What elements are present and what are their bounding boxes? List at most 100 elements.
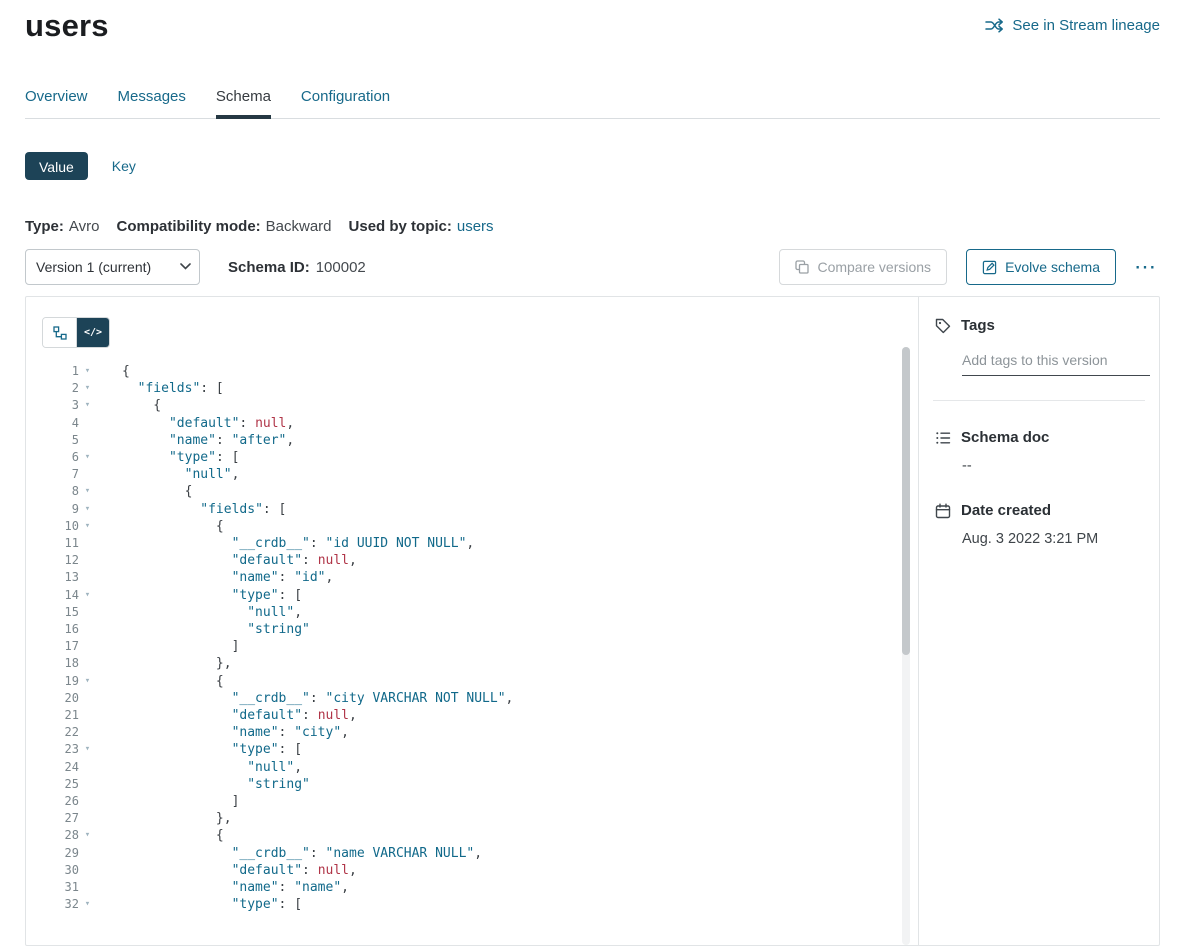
collapse-toggle-icon[interactable]: ▾ [79, 501, 96, 518]
schema-controls-row: Version 1 (current) Schema ID:100002 Com… [25, 249, 1160, 285]
collapse-spacer [79, 552, 96, 569]
topic-link[interactable]: users [457, 218, 494, 235]
code-text: "__crdb__": "id UUID NOT NULL", [96, 535, 474, 552]
compare-versions-label: Compare versions [817, 259, 931, 275]
code-line: 5 "name": "after", [42, 432, 918, 449]
line-number: 12 [42, 552, 79, 569]
date-created-section: Date created Aug. 3 2022 3:21 PM [935, 502, 1143, 547]
version-select[interactable]: Version 1 (current) [25, 249, 200, 285]
collapse-toggle-icon[interactable]: ▾ [79, 483, 96, 500]
code-text: "default": null, [96, 707, 357, 724]
collapse-spacer [79, 810, 96, 827]
tab-overview[interactable]: Overview [25, 88, 88, 118]
collapse-toggle-icon[interactable]: ▾ [79, 449, 96, 466]
date-created-header: Date created [935, 502, 1143, 519]
collapse-spacer [79, 415, 96, 432]
collapse-toggle-icon[interactable]: ▾ [79, 380, 96, 397]
tags-title: Tags [961, 317, 995, 334]
collapse-spacer [79, 638, 96, 655]
code-view-button[interactable]: </> [76, 318, 109, 347]
code-text: "default": null, [96, 862, 357, 879]
value-toggle-button[interactable]: Value [25, 152, 88, 180]
tab-configuration[interactable]: Configuration [301, 88, 390, 118]
code-line: 24 "null", [42, 759, 918, 776]
code-line: 28▾ { [42, 827, 918, 844]
collapse-spacer [79, 724, 96, 741]
collapse-toggle-icon[interactable]: ▾ [79, 587, 96, 604]
collapse-toggle-icon[interactable]: ▾ [79, 518, 96, 535]
collapse-toggle-icon[interactable]: ▾ [79, 363, 96, 380]
collapse-spacer [79, 759, 96, 776]
collapse-spacer [79, 621, 96, 638]
schema-id-label: Schema ID: [228, 259, 310, 276]
collapse-toggle-icon[interactable]: ▾ [79, 673, 96, 690]
line-number: 4 [42, 415, 79, 432]
collapse-spacer [79, 569, 96, 586]
stream-lineage-link[interactable]: See in Stream lineage [985, 17, 1160, 34]
code-text: { [96, 673, 224, 690]
line-number: 21 [42, 707, 79, 724]
line-number: 30 [42, 862, 79, 879]
editor-view-toggle: </> [42, 317, 110, 348]
line-number: 22 [42, 724, 79, 741]
meta-compatibility-value: Backward [266, 218, 332, 235]
code-text: "fields": [ [96, 380, 224, 397]
evolve-schema-button[interactable]: Evolve schema [966, 249, 1116, 285]
code-text: "name": "after", [96, 432, 294, 449]
collapse-toggle-icon[interactable]: ▾ [79, 741, 96, 758]
code-line: 21 "default": null, [42, 707, 918, 724]
schema-meta-row: Type:Avro Compatibility mode:Backward Us… [25, 218, 1160, 235]
compare-versions-icon [795, 260, 809, 274]
line-number: 16 [42, 621, 79, 638]
collapse-spacer [79, 879, 96, 896]
schema-panel: </> 1▾{2▾ "fields": [3▾ {4 "default": nu… [25, 296, 1160, 946]
code-text: }, [96, 810, 232, 827]
line-number: 27 [42, 810, 79, 827]
tab-bar: Overview Messages Schema Configuration [25, 88, 1160, 119]
schema-id: Schema ID:100002 [228, 259, 366, 276]
tab-schema[interactable]: Schema [216, 88, 271, 118]
code-line: 23▾ "type": [ [42, 741, 918, 758]
line-number: 24 [42, 759, 79, 776]
line-number: 32 [42, 896, 79, 913]
code-line: 12 "default": null, [42, 552, 918, 569]
collapse-spacer [79, 690, 96, 707]
collapse-toggle-icon[interactable]: ▾ [79, 827, 96, 844]
more-options-button[interactable]: ⋯ [1130, 254, 1160, 280]
compare-versions-button[interactable]: Compare versions [779, 249, 947, 285]
tree-view-button[interactable] [43, 318, 76, 347]
line-number: 6 [42, 449, 79, 466]
meta-type: Type:Avro [25, 218, 99, 235]
collapse-spacer [79, 793, 96, 810]
line-number: 18 [42, 655, 79, 672]
meta-compatibility: Compatibility mode: Backward [116, 218, 331, 235]
evolve-schema-label: Evolve schema [1005, 259, 1100, 275]
collapse-toggle-icon[interactable]: ▾ [79, 896, 96, 913]
topbar: users See in Stream lineage [25, 0, 1160, 44]
details-pane: Tags Schema doc -- [918, 297, 1159, 945]
scrollbar-thumb[interactable] [902, 347, 910, 655]
code-text: "type": [ [96, 449, 239, 466]
scrollbar-track[interactable] [902, 347, 910, 945]
code-text: "type": [ [96, 587, 302, 604]
date-created-value: Aug. 3 2022 3:21 PM [962, 531, 1143, 547]
key-toggle-link[interactable]: Key [112, 158, 136, 174]
code-line: 30 "default": null, [42, 862, 918, 879]
add-tags-input[interactable] [962, 349, 1150, 376]
code-text: { [96, 363, 130, 380]
collapse-toggle-icon[interactable]: ▾ [79, 397, 96, 414]
tab-messages[interactable]: Messages [118, 88, 186, 118]
line-number: 11 [42, 535, 79, 552]
line-number: 23 [42, 741, 79, 758]
code-text: }, [96, 655, 232, 672]
page: users See in Stream lineage Overview Mes… [0, 0, 1189, 946]
code-text: "__crdb__": "city VARCHAR NOT NULL", [96, 690, 513, 707]
line-number: 7 [42, 466, 79, 483]
code-line: 9▾ "fields": [ [42, 501, 918, 518]
code-text: "type": [ [96, 741, 302, 758]
meta-compatibility-label: Compatibility mode: [116, 218, 260, 235]
code-line: 4 "default": null, [42, 415, 918, 432]
line-number: 5 [42, 432, 79, 449]
code-line: 18 }, [42, 655, 918, 672]
code-text: { [96, 397, 161, 414]
